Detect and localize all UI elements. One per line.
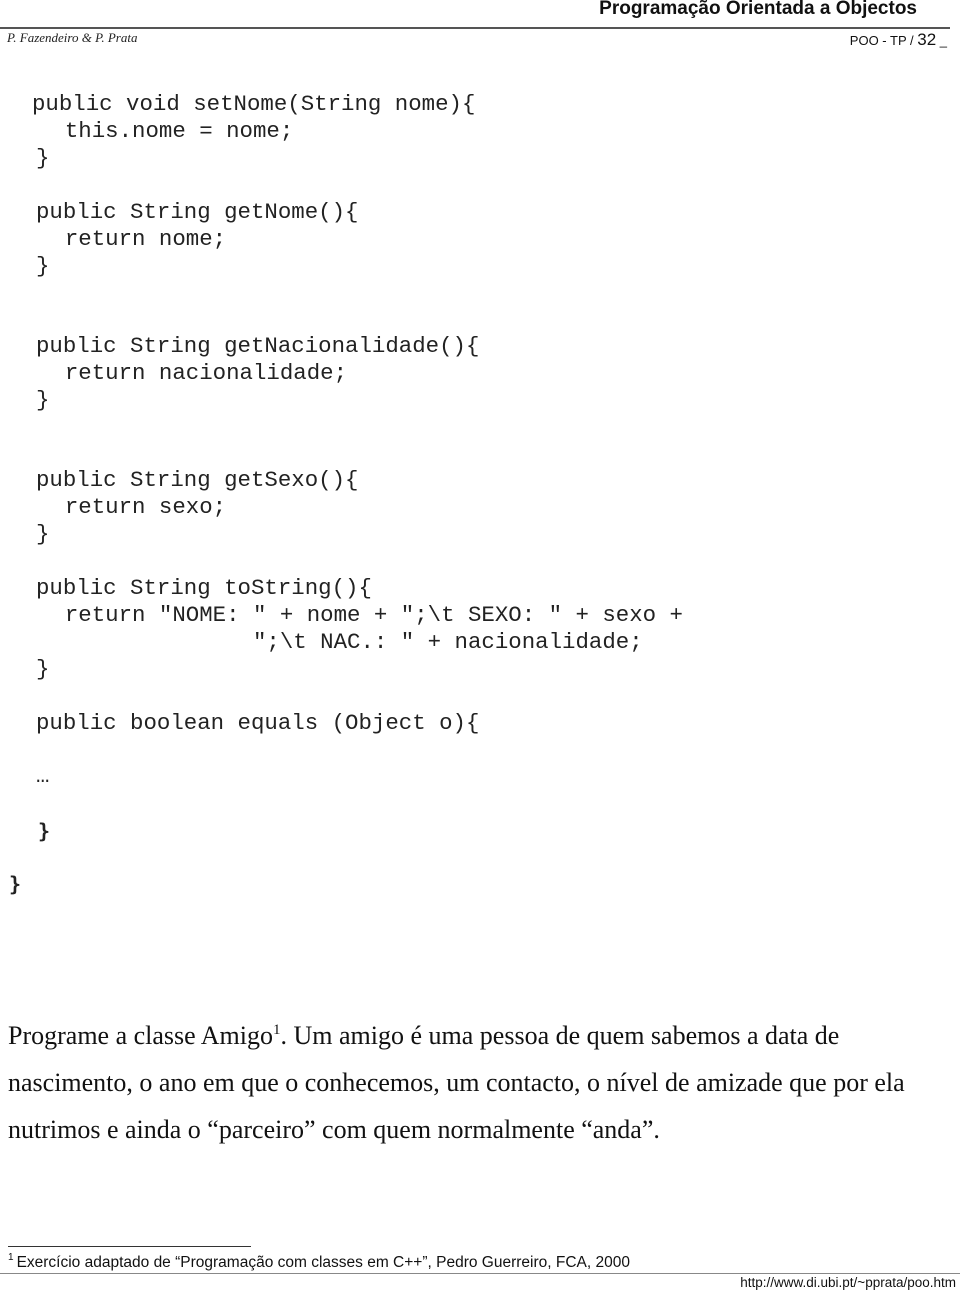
code-line: public String getSexo(){ xyxy=(36,467,359,493)
footnote-divider xyxy=(8,1246,251,1247)
page-indicator: POO - TP / 32 _ xyxy=(850,30,947,50)
code-line: } xyxy=(36,253,50,279)
footnote-number: 1 xyxy=(8,1252,14,1263)
footnote-text: Exercício adaptado de “Programação com c… xyxy=(16,1254,630,1271)
code-line: ";\t NAC.: " + nacionalidade; xyxy=(38,629,643,655)
code-line: return nacionalidade; xyxy=(38,360,348,386)
code-line: this.nome = nome; xyxy=(38,118,294,144)
exercise-text-start: Programe a classe Amigo xyxy=(8,1021,273,1050)
code-line: return "NOME: " + nome + ";\t SEXO: " + … xyxy=(38,602,683,628)
page-number: 32 xyxy=(917,30,937,49)
header-divider xyxy=(0,27,950,29)
code-ellipsis: … xyxy=(36,763,50,789)
code-line: } xyxy=(38,819,51,843)
page-suffix: _ xyxy=(936,33,947,48)
code-line: } xyxy=(36,387,50,413)
code-line: } xyxy=(36,145,50,171)
code-line: public String getNome(){ xyxy=(36,199,359,225)
footer-url[interactable]: http://www.di.ubi.pt/~pprata/poo.htm xyxy=(740,1275,956,1290)
page-prefix: POO - TP / xyxy=(849,33,918,48)
code-line: } xyxy=(9,872,22,896)
document-title: Programação Orientada a Objectos xyxy=(599,0,917,19)
exercise-paragraph: Programe a classe Amigo1. Um amigo é uma… xyxy=(8,1012,953,1153)
code-line: public void setNome(String nome){ xyxy=(32,91,476,117)
code-line: public String getNacionalidade(){ xyxy=(36,333,480,359)
code-line: return sexo; xyxy=(38,494,227,520)
code-line: public boolean equals (Object o){ xyxy=(36,710,480,736)
footnote-reference[interactable]: 1 xyxy=(273,1022,281,1038)
code-line: public String toString(){ xyxy=(36,575,372,601)
footer-divider xyxy=(0,1273,960,1274)
code-line: return nome; xyxy=(38,226,227,252)
code-line: } xyxy=(36,656,50,682)
code-line: } xyxy=(36,521,50,547)
header-authors: P. Fazendeiro & P. Prata xyxy=(7,30,138,45)
footnote: 1 Exercício adaptado de “Programação com … xyxy=(8,1252,630,1272)
